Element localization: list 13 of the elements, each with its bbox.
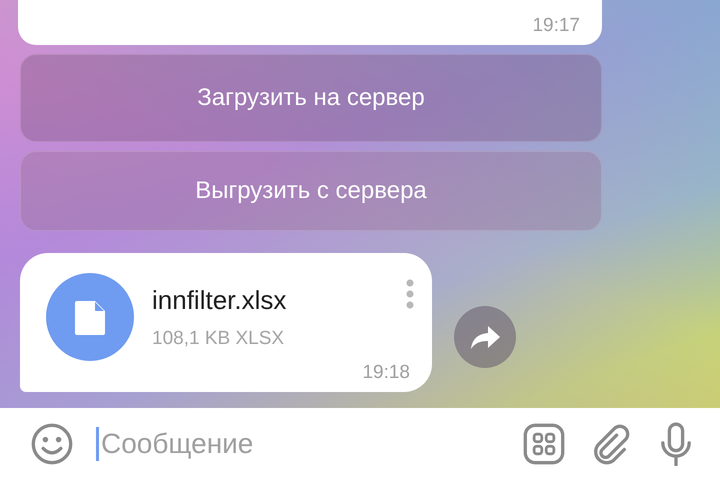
emoji-icon[interactable]: [30, 422, 74, 466]
file-size: 108,1 KB XLSX: [152, 328, 286, 350]
message-input[interactable]: Сообщение: [96, 427, 500, 461]
share-button[interactable]: [454, 306, 516, 368]
file-name: innfilter.xlsx: [152, 285, 286, 316]
message-time: 19:18: [362, 362, 410, 384]
message-composer-bar[interactable]: Сообщение: [0, 408, 720, 480]
bot-button[interactable]: Выгрузить с сервера: [20, 151, 602, 231]
commands-icon[interactable]: [522, 422, 566, 466]
document-icon[interactable]: [46, 273, 134, 361]
more-icon[interactable]: [406, 279, 414, 309]
bot-button[interactable]: Загрузить на сервер: [20, 54, 602, 142]
message-time: 19:17: [532, 15, 580, 37]
